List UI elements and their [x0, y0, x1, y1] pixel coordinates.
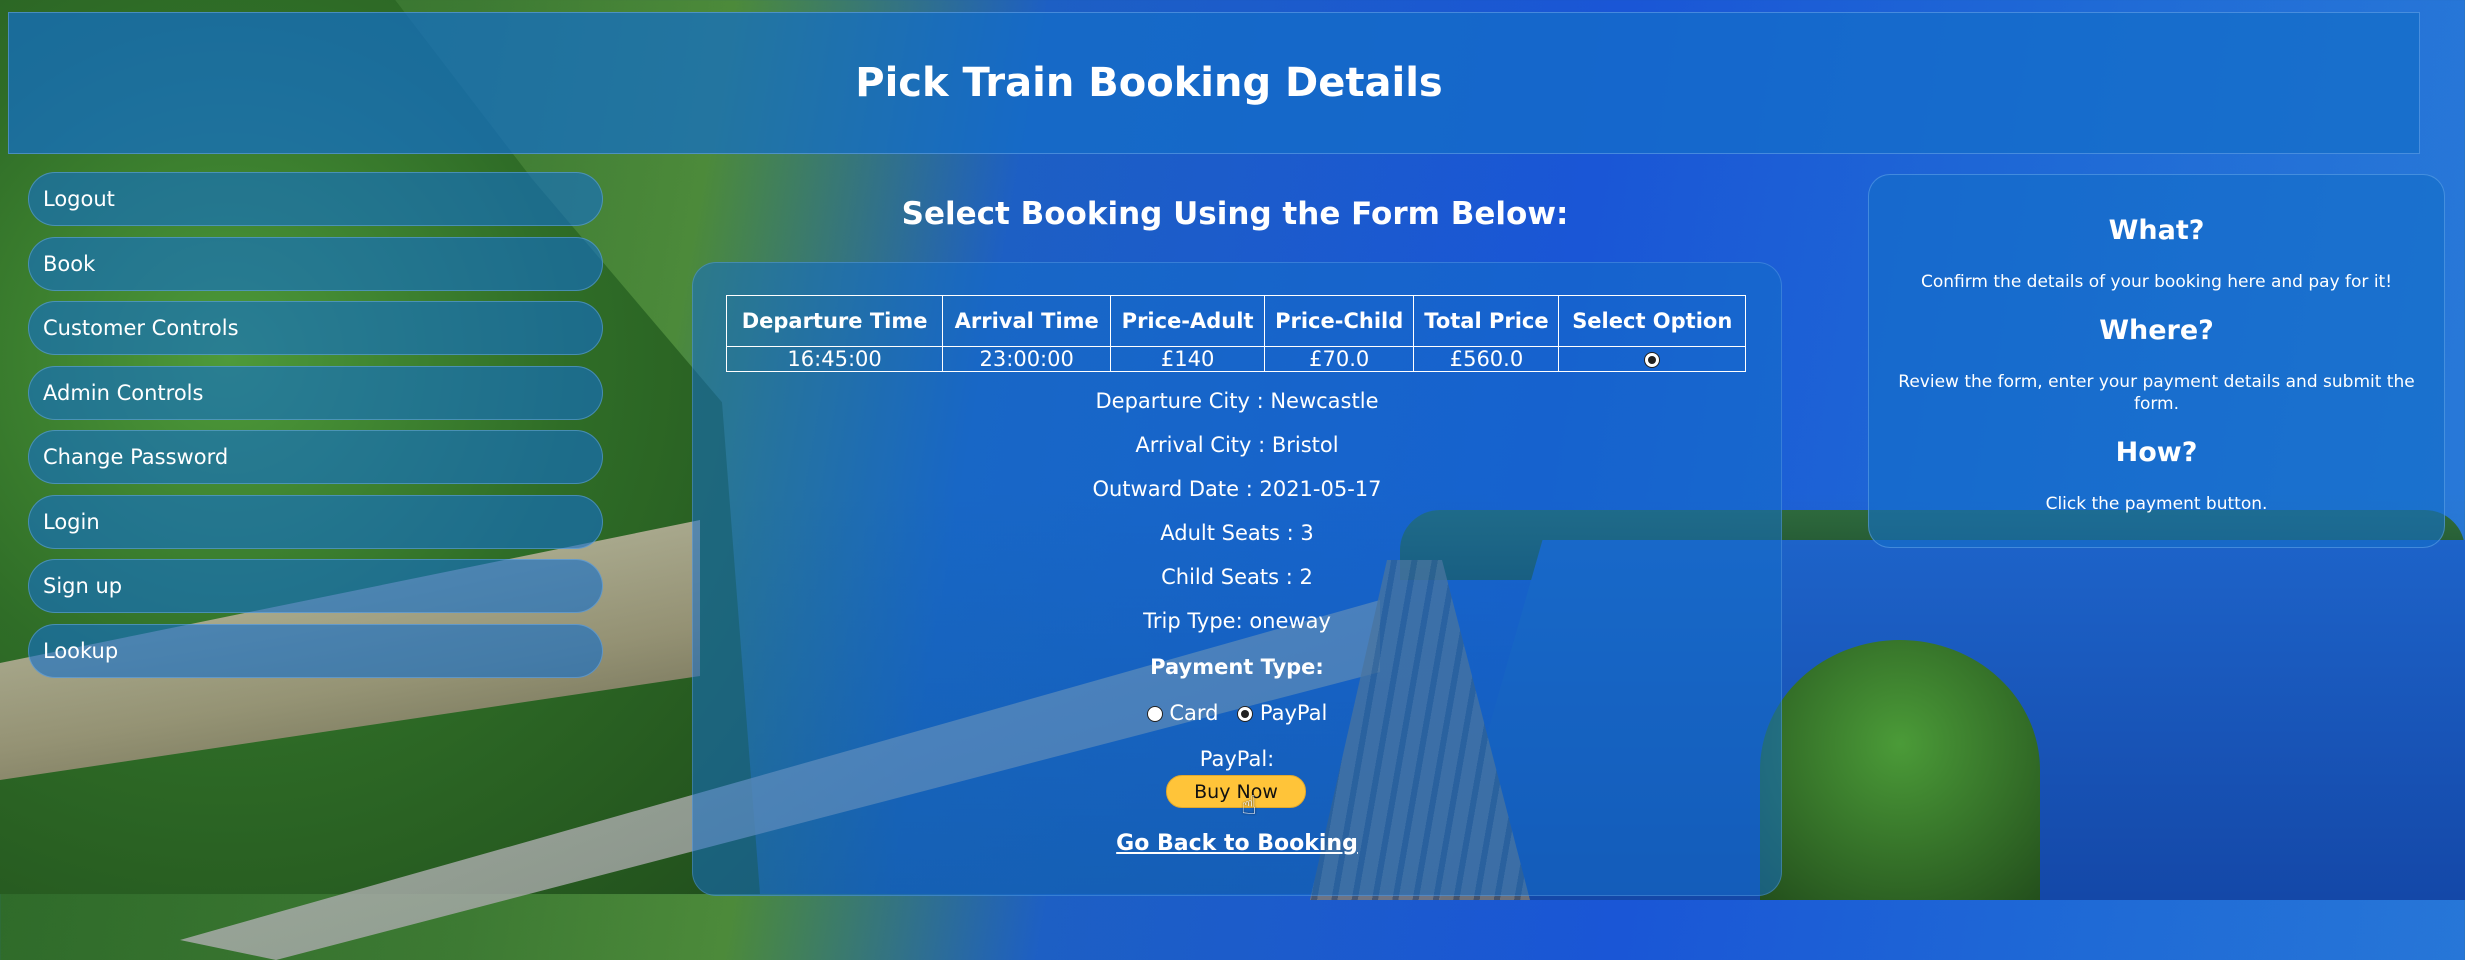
- sidebar-item-book[interactable]: Book: [28, 236, 603, 291]
- page-header: Pick Train Booking Details: [8, 12, 2420, 154]
- what-heading: What?: [2108, 215, 2205, 246]
- sidebar-item-login[interactable]: Login: [28, 494, 603, 549]
- paypal-radio[interactable]: [1237, 706, 1254, 722]
- paypal-label: PayPal:: [1199, 747, 1275, 771]
- table-header-row: Departure Time Arrival Time Price-Adult …: [725, 295, 1746, 347]
- page-title: Pick Train Booking Details: [855, 60, 1443, 106]
- header-departure-time: Departure Time: [725, 295, 944, 347]
- card-radio[interactable]: [1146, 706, 1163, 722]
- how-text: Click the payment button.: [2045, 494, 2268, 514]
- sidebar-item-change-password[interactable]: Change Password: [28, 430, 603, 484]
- payment-option-card[interactable]: Card: [1146, 701, 1226, 725]
- sidebar-item-sign-up[interactable]: Sign up: [28, 559, 603, 613]
- paypal-option-label: PayPal: [1259, 701, 1328, 725]
- hand-cursor-icon: ☝: [1241, 791, 1257, 821]
- select-option-radio[interactable]: [1644, 352, 1661, 368]
- header-arrival-time: Arrival Time: [942, 295, 1112, 347]
- cell-select: [1558, 346, 1746, 372]
- how-heading: How?: [2115, 437, 2198, 468]
- payment-type-heading: Payment Type:: [1150, 655, 1324, 679]
- header-price-child: Price-Child: [1263, 295, 1415, 347]
- sidebar-item-lookup[interactable]: Lookup: [28, 623, 603, 678]
- table-row: 16:45:00 23:00:00 £140 £70.0 £560.0: [725, 346, 1746, 372]
- help-panel: What? Confirm the details of your bookin…: [1868, 174, 2445, 548]
- child-seats: Child Seats : 2: [1161, 565, 1313, 589]
- buy-now-button[interactable]: Buy Now: [1166, 775, 1306, 808]
- cell-departure: 16:45:00: [725, 346, 944, 372]
- outward-date: Outward Date : 2021-05-17: [1092, 477, 1382, 501]
- sidebar-item-logout[interactable]: Logout: [28, 172, 603, 226]
- sidebar-nav: Logout Book Customer Controls Admin Cont…: [28, 172, 603, 688]
- cell-price-child: £70.0: [1263, 346, 1415, 372]
- payment-options: Card PayPal: [693, 701, 1781, 725]
- where-text: Review the form, enter your payment deta…: [1898, 372, 2415, 414]
- header-price-adult: Price-Adult: [1110, 295, 1265, 347]
- booking-table: Departure Time Arrival Time Price-Adult …: [725, 295, 1746, 372]
- sidebar-item-customer-controls[interactable]: Customer Controls: [28, 301, 603, 355]
- cell-price-adult: £140: [1110, 346, 1265, 372]
- departure-city: Departure City : Newcastle: [1095, 389, 1379, 413]
- what-text: Confirm the details of your booking here…: [1920, 272, 2393, 292]
- where-heading: Where?: [2099, 315, 2214, 346]
- sidebar-item-admin-controls[interactable]: Admin Controls: [28, 365, 603, 420]
- cell-arrival: 23:00:00: [942, 346, 1112, 372]
- cell-total: £560.0: [1413, 346, 1560, 372]
- arrival-city: Arrival City : Bristol: [1135, 433, 1339, 457]
- header-total-price: Total Price: [1413, 295, 1560, 347]
- card-label: Card: [1169, 701, 1219, 725]
- booking-panel: Departure Time Arrival Time Price-Adult …: [692, 262, 1782, 896]
- header-select-option: Select Option: [1558, 295, 1746, 347]
- back-to-booking-link[interactable]: Go Back to Booking: [693, 831, 1781, 856]
- payment-option-paypal[interactable]: PayPal: [1237, 701, 1327, 725]
- form-title: Select Booking Using the Form Below:: [901, 196, 1569, 232]
- adult-seats: Adult Seats : 3: [1160, 521, 1314, 545]
- trip-type: Trip Type: oneway: [1143, 609, 1331, 633]
